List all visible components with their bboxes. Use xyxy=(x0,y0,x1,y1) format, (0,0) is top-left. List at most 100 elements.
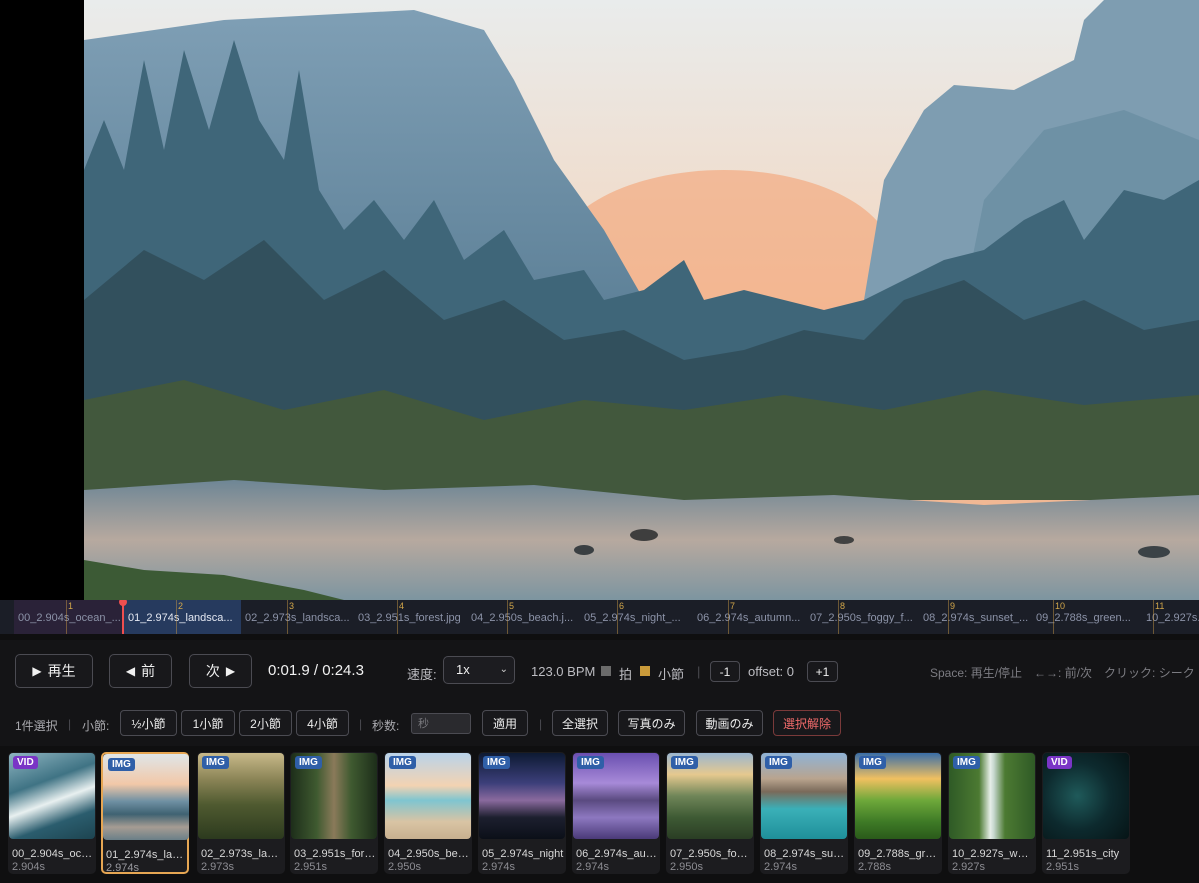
one-bar-button[interactable]: 1小節 xyxy=(181,710,235,736)
beat-marker xyxy=(1053,600,1054,634)
thumbnail-name: 11_2.951s_city xyxy=(1046,848,1120,860)
timeline-segment[interactable]: 03_2.951s_forest.jpg xyxy=(354,600,467,634)
segment-label: 07_2.950s_foggy_f... xyxy=(810,612,913,624)
bar-number: 6 xyxy=(619,601,625,611)
beat-legend-icon xyxy=(601,666,611,676)
media-thumbnail[interactable]: IMG 05_2.974s_night 2.974s xyxy=(478,752,566,874)
media-thumbnail[interactable]: IMG 06_2.974s_autumn 2.974s xyxy=(572,752,660,874)
bar-number: 7 xyxy=(730,601,736,611)
bar-legend-icon xyxy=(640,666,650,676)
four-bars-label: 4小節 xyxy=(307,716,338,731)
media-thumbnail[interactable]: VID 11_2.951s_city 2.951s xyxy=(1042,752,1130,874)
timeline-segment[interactable]: 06_2.974s_autumn... xyxy=(693,600,806,634)
offset-plus-button[interactable]: +1 xyxy=(807,661,838,682)
timeline-segment[interactable]: 02_2.973s_landsca... xyxy=(241,600,354,634)
thumbnail-name: 02_2.973s_landscape xyxy=(201,848,283,860)
prev-label: 前 xyxy=(141,663,156,679)
segment-label: 09_2.788s_green... xyxy=(1036,612,1131,624)
media-thumbnail[interactable]: VID 00_2.904s_ocean 2.904s xyxy=(8,752,96,874)
segment-label: 05_2.974s_night_... xyxy=(584,612,681,624)
timeline-segment[interactable]: 07_2.950s_foggy_f... xyxy=(806,600,919,634)
beat-marker xyxy=(507,600,508,634)
bar-number: 3 xyxy=(289,601,295,611)
play-button[interactable]: ▶ 再生 xyxy=(15,654,93,688)
thumbnail-name: 06_2.974s_autumn xyxy=(576,848,658,860)
speed-value: 1x xyxy=(456,662,470,677)
half-bar-button[interactable]: ½小節 xyxy=(120,710,177,736)
beat-marker xyxy=(176,600,177,634)
media-thumbnail[interactable]: IMG 03_2.951s_forest 2.951s xyxy=(290,752,378,874)
media-thumbnail-strip: VID 00_2.904s_ocean 2.904s IMG 01_2.974s… xyxy=(0,746,1199,883)
media-thumbnail-selected[interactable]: IMG 01_2.974s_landscape 2.974s xyxy=(101,752,189,874)
thumbnail-duration: 2.974s xyxy=(106,862,140,874)
media-type-badge: IMG xyxy=(483,756,510,769)
thumbnail-name: 09_2.788s_green xyxy=(858,848,940,860)
offset-minus-button[interactable]: -1 xyxy=(710,661,740,682)
thumbnail-duration: 2.951s xyxy=(1046,861,1080,873)
two-bars-button[interactable]: 2小節 xyxy=(239,710,292,736)
deselect-button[interactable]: 選択解除 xyxy=(773,710,841,736)
photos-only-button[interactable]: 写真のみ xyxy=(618,710,685,736)
separator: | xyxy=(697,664,701,679)
timeline-segment[interactable]: 09_2.788s_green... xyxy=(1032,600,1142,634)
seconds-input[interactable] xyxy=(411,713,471,734)
separator: | xyxy=(539,717,543,731)
keyboard-hint: Space: 再生/停止 ←→: 前/次 クリック: シーク xyxy=(930,666,1195,680)
media-thumbnail[interactable]: IMG 09_2.788s_green 2.788s xyxy=(854,752,942,874)
offset-minus-label: -1 xyxy=(719,664,731,679)
media-thumbnail[interactable]: IMG 02_2.973s_landscape 2.973s xyxy=(197,752,285,874)
media-type-badge: IMG xyxy=(671,756,698,769)
media-thumbnail[interactable]: IMG 04_2.950s_beach 2.950s xyxy=(384,752,472,874)
thumbnail-duration: 2.974s xyxy=(764,861,798,873)
bar-number: 11 xyxy=(1155,601,1165,611)
thumbnail-name: 04_2.950s_beach xyxy=(388,848,470,860)
media-type-badge: IMG xyxy=(953,756,980,769)
timeline-segment[interactable]: 10_2.927s... xyxy=(1142,600,1199,634)
next-button[interactable]: 次 ▶ xyxy=(189,654,252,688)
timeline[interactable]: 00_2.904s_ocean_... 01_2.974s_landsca...… xyxy=(0,600,1199,634)
media-thumbnail[interactable]: IMG 07_2.950s_foggy 2.950s xyxy=(666,752,754,874)
playback-controls: ▶ 再生 ◀ 前 次 ▶ 0:01.9 / 0:24.3 速度: 1x ⌄ 12… xyxy=(0,640,1199,702)
two-bars-label: 2小節 xyxy=(250,716,281,731)
bpm-display: 123.0 BPM xyxy=(531,664,596,679)
four-bars-button[interactable]: 4小節 xyxy=(296,710,349,736)
apply-label: 適用 xyxy=(492,716,517,731)
segment-label: 06_2.974s_autumn... xyxy=(697,612,801,624)
prev-button[interactable]: ◀ 前 xyxy=(109,654,172,688)
media-thumbnail[interactable]: IMG 10_2.927s_waterfall 2.927s xyxy=(948,752,1036,874)
bar-legend-label: 小節 xyxy=(658,667,685,682)
timeline-segment[interactable]: 05_2.974s_night_... xyxy=(580,600,693,634)
separator: | xyxy=(68,717,72,731)
speed-label: 速度: xyxy=(407,667,437,682)
thumbnail-duration: 2.973s xyxy=(201,861,235,873)
timeline-segment[interactable]: 04_2.950s_beach.j... xyxy=(467,600,580,634)
preview-image xyxy=(84,0,1199,600)
segment-label: 00_2.904s_ocean_... xyxy=(18,612,121,624)
videos-only-button[interactable]: 動画のみ xyxy=(696,710,763,736)
beat-marker xyxy=(66,600,67,634)
speed-select[interactable]: 1x ⌄ xyxy=(443,656,515,684)
apply-button[interactable]: 適用 xyxy=(482,710,528,736)
media-thumbnail[interactable]: IMG 08_2.974s_sunset 2.974s xyxy=(760,752,848,874)
media-type-badge: IMG xyxy=(295,756,322,769)
timeline-segment[interactable]: 08_2.974s_sunset_... xyxy=(919,600,1032,634)
videos-only-label: 動画のみ xyxy=(705,716,754,731)
thumbnail-duration: 2.904s xyxy=(12,861,46,873)
media-type-badge: IMG xyxy=(577,756,604,769)
media-type-badge: VID xyxy=(1047,756,1072,769)
play-label: 再生 xyxy=(47,663,76,679)
select-all-button[interactable]: 全選択 xyxy=(552,710,608,736)
thumbnail-name: 10_2.927s_waterfall xyxy=(952,848,1034,860)
media-preview xyxy=(0,0,1199,600)
bar-number: 2 xyxy=(178,601,184,611)
media-type-badge: IMG xyxy=(202,756,229,769)
bar-number: 5 xyxy=(509,601,515,611)
segment-label: 04_2.950s_beach.j... xyxy=(471,612,574,624)
thumbnail-name: 03_2.951s_forest xyxy=(294,848,376,860)
beat-legend-label: 拍 xyxy=(619,667,633,682)
media-type-badge: IMG xyxy=(859,756,886,769)
play-icon: ▶ xyxy=(32,664,42,678)
playhead[interactable] xyxy=(119,600,127,634)
media-type-badge: VID xyxy=(13,756,38,769)
beat-marker xyxy=(728,600,729,634)
